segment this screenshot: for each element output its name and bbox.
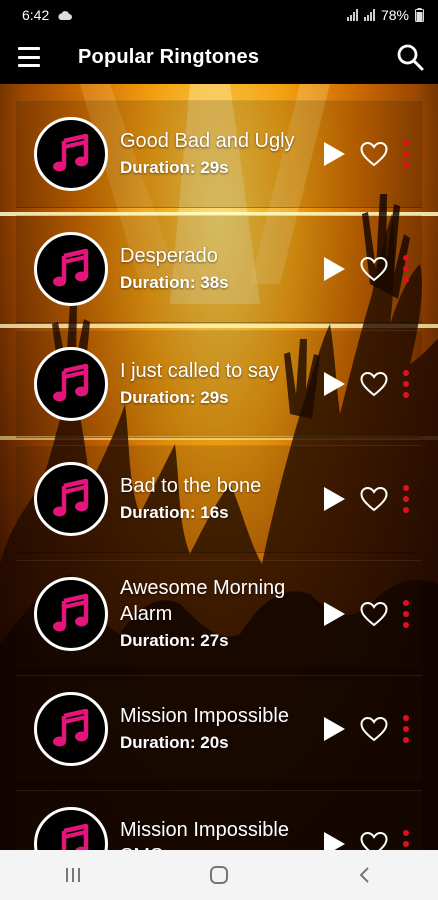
more-vertical-icon[interactable]: [402, 255, 410, 283]
status-bar: 6:42 78%: [0, 0, 438, 30]
ringtone-title: Good Bad and Ugly: [120, 130, 295, 152]
more-vertical-icon[interactable]: [402, 140, 410, 168]
ringtone-title: Mission Impossible: [120, 705, 289, 727]
search-icon[interactable]: [396, 43, 424, 71]
play-icon[interactable]: [322, 141, 346, 167]
heart-outline-icon[interactable]: [360, 831, 388, 850]
music-note-icon: [34, 117, 108, 191]
play-icon[interactable]: [322, 716, 346, 742]
more-vertical-icon[interactable]: [402, 715, 410, 743]
ringtone-info: Good Bad and Ugly Duration: 29s: [120, 128, 310, 180]
ringtone-row[interactable]: I just called to say Duration: 29s: [16, 330, 422, 438]
recent-apps-button[interactable]: [43, 855, 103, 895]
ringtone-duration: Duration: 16s: [120, 503, 229, 522]
ringtone-info: Mission Impossible SMS: [120, 817, 310, 850]
row-actions: [322, 790, 410, 850]
ringtone-title: I just called to say: [120, 360, 279, 382]
cloud-icon: [58, 10, 73, 20]
music-note-icon: [34, 462, 108, 536]
play-icon[interactable]: [322, 486, 346, 512]
home-icon: [210, 866, 228, 884]
play-icon[interactable]: [322, 371, 346, 397]
volte-signal-icon: [363, 9, 375, 21]
more-vertical-icon[interactable]: [402, 830, 410, 850]
play-icon[interactable]: [322, 256, 346, 282]
heart-outline-icon[interactable]: [360, 716, 388, 742]
back-icon: [359, 867, 369, 883]
home-button[interactable]: [189, 855, 249, 895]
ringtone-row[interactable]: Mission Impossible Duration: 20s: [16, 675, 422, 783]
row-actions: [322, 330, 410, 438]
heart-outline-icon[interactable]: [360, 371, 388, 397]
ringtone-title: Awesome Morning Alarm: [120, 577, 286, 625]
ringtone-row[interactable]: Awesome Morning Alarm Duration: 27s: [16, 560, 422, 668]
ringtone-duration: Duration: 29s: [120, 158, 229, 177]
ringtone-duration: Duration: 20s: [120, 733, 229, 752]
ringtone-info: Awesome Morning Alarm Duration: 27s: [120, 575, 310, 653]
row-actions: [322, 215, 410, 323]
play-icon[interactable]: [322, 601, 346, 627]
ringtone-row[interactable]: Good Bad and Ugly Duration: 29s: [16, 100, 422, 208]
ringtone-duration: Duration: 27s: [120, 631, 229, 650]
heart-outline-icon[interactable]: [360, 256, 388, 282]
more-vertical-icon[interactable]: [402, 600, 410, 628]
ringtone-info: Mission Impossible Duration: 20s: [120, 703, 310, 755]
battery-level: 78%: [380, 7, 409, 23]
ringtone-title: Mission Impossible SMS: [120, 819, 289, 850]
row-actions: [322, 560, 410, 668]
ringtone-title: Desperado: [120, 245, 218, 267]
more-vertical-icon[interactable]: [402, 370, 410, 398]
status-time: 6:42: [22, 7, 50, 23]
heart-outline-icon[interactable]: [360, 141, 388, 167]
heart-outline-icon[interactable]: [360, 601, 388, 627]
row-actions: [322, 100, 410, 208]
hamburger-menu-icon[interactable]: [18, 47, 42, 67]
music-note-icon: [34, 347, 108, 421]
back-button[interactable]: [335, 855, 395, 895]
page-title: Popular Ringtones: [78, 45, 260, 68]
ringtone-list-container[interactable]: Good Bad and Ugly Duration: 29s Desperad…: [0, 84, 438, 850]
ringtone-info: Desperado Duration: 38s: [120, 243, 310, 295]
play-icon[interactable]: [322, 831, 346, 850]
volte-signal-icon: [346, 9, 358, 21]
more-vertical-icon[interactable]: [402, 485, 410, 513]
ringtone-row[interactable]: Desperado Duration: 38s: [16, 215, 422, 323]
music-note-icon: [34, 577, 108, 651]
system-navigation-bar: [0, 850, 438, 900]
heart-outline-icon[interactable]: [360, 486, 388, 512]
ringtone-row[interactable]: Bad to the bone Duration: 16s: [16, 445, 422, 553]
recent-apps-icon: [66, 868, 80, 882]
row-actions: [322, 445, 410, 553]
row-actions: [322, 675, 410, 783]
ringtone-duration: Duration: 29s: [120, 388, 229, 407]
music-note-icon: [34, 232, 108, 306]
ringtone-duration: Duration: 38s: [120, 273, 229, 292]
ringtone-info: I just called to say Duration: 29s: [120, 358, 310, 410]
music-note-icon: [34, 692, 108, 766]
app-bar: Popular Ringtones: [0, 30, 438, 84]
ringtone-title: Bad to the bone: [120, 475, 262, 497]
ringtone-info: Bad to the bone Duration: 16s: [120, 473, 310, 525]
battery-icon: [415, 8, 424, 22]
ringtone-row[interactable]: Mission Impossible SMS: [16, 790, 422, 850]
